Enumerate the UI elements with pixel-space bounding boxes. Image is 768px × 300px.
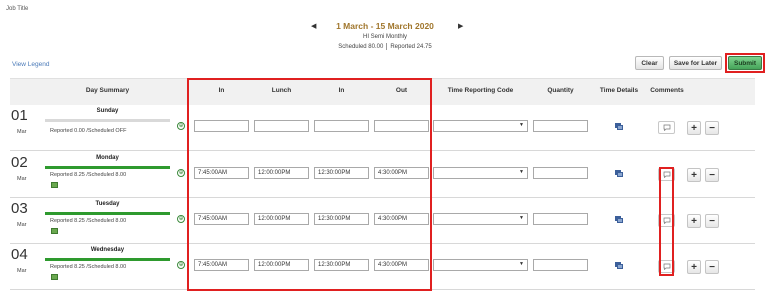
time-columns-highlight: [187, 78, 432, 291]
period-type: HI Semi Monthly: [362, 34, 407, 40]
day-progress-bar: [45, 119, 170, 122]
hours-divider: [386, 43, 388, 50]
day-number: 01: [11, 107, 28, 124]
quantity-field[interactable]: [533, 167, 588, 179]
dropdown-caret-icon: ▼: [519, 122, 524, 128]
time-details-icon-front: [617, 264, 623, 269]
time-details-icon[interactable]: [615, 262, 623, 269]
day-progress-fill: [45, 212, 170, 215]
dropdown-caret-icon: ▼: [519, 169, 524, 175]
add-row-button[interactable]: +: [687, 214, 701, 228]
time-reporting-code-select[interactable]: ▼: [433, 213, 528, 225]
period-range-label: 1 March - 15 March 2020: [336, 21, 434, 31]
comment-button[interactable]: [658, 121, 675, 134]
next-period-arrow-icon[interactable]: ▶: [458, 22, 463, 30]
delete-row-button[interactable]: −: [705, 214, 719, 228]
day-progress-bar: [45, 212, 170, 215]
reported-total: Reported 24.75: [390, 44, 432, 51]
reported-scheduled-text: Reported 0.00 /Scheduled OFF: [50, 128, 127, 134]
header-comments: Comments: [650, 87, 684, 94]
save-for-later-button[interactable]: Save for Later: [669, 56, 722, 70]
weekday-label: Tuesday: [95, 201, 120, 207]
job-title: Job Title: [6, 6, 29, 12]
add-row-button[interactable]: +: [687, 121, 701, 135]
dropdown-caret-icon: ▼: [519, 215, 524, 221]
header-day-summary: Day Summary: [85, 87, 130, 94]
day-progress-bar: [45, 166, 170, 169]
dropdown-caret-icon: ▼: [519, 261, 524, 267]
time-reporting-code-select[interactable]: ▼: [433, 259, 528, 271]
time-details-icon-front: [617, 218, 623, 223]
schedule-note-icon[interactable]: [51, 228, 58, 234]
time-reporting-code-select[interactable]: ▼: [433, 120, 528, 132]
time-details-icon[interactable]: [615, 216, 623, 223]
view-legend-link[interactable]: View Legend: [12, 61, 49, 68]
quantity-field[interactable]: [533, 213, 588, 225]
submit-button[interactable]: Submit: [728, 56, 762, 70]
day-number: 03: [11, 200, 28, 217]
reported-scheduled-text: Reported 8.25 /Scheduled 8.00: [50, 264, 127, 270]
weekday-label: Sunday: [96, 108, 119, 114]
quantity-field[interactable]: [533, 259, 588, 271]
period-range: 1 March - 15 March 2020: [300, 21, 470, 31]
day-month: Mar: [17, 176, 27, 182]
schedule-note-icon[interactable]: [51, 182, 58, 188]
delete-row-button[interactable]: −: [705, 121, 719, 135]
weekday-label: Wednesday: [90, 247, 125, 253]
day-month: Mar: [17, 222, 27, 228]
time-details-icon-front: [617, 125, 623, 130]
day-month: Mar: [17, 129, 27, 135]
reported-scheduled-text: Reported 8.25 /Scheduled 8.00: [50, 218, 127, 224]
time-details-icon[interactable]: [615, 170, 623, 177]
add-row-button[interactable]: +: [687, 260, 701, 274]
time-details-icon[interactable]: [615, 123, 623, 130]
weekday-label: Monday: [96, 155, 119, 161]
delete-row-button[interactable]: −: [705, 168, 719, 182]
comment-bubble-icon: [663, 124, 670, 131]
time-reporting-code-select[interactable]: ▼: [433, 167, 528, 179]
reported-scheduled-text: Reported 8.25 /Scheduled 8.00: [50, 172, 127, 178]
day-month: Mar: [17, 268, 27, 274]
expand-row-icon[interactable]: ⊕: [177, 215, 185, 223]
comments-highlight: [659, 167, 674, 276]
day-progress-bar: [45, 258, 170, 261]
day-progress-fill: [45, 166, 170, 169]
time-details-icon-front: [617, 172, 623, 177]
header-time-reporting-code: Time Reporting Code: [447, 87, 514, 94]
expand-row-icon[interactable]: ⊕: [177, 169, 185, 177]
add-row-button[interactable]: +: [687, 168, 701, 182]
quantity-field[interactable]: [533, 120, 588, 132]
expand-row-icon[interactable]: ⊕: [177, 261, 185, 269]
header-quantity: Quantity: [547, 87, 574, 94]
expand-row-icon[interactable]: ⊕: [177, 122, 185, 130]
day-number: 04: [11, 246, 28, 263]
schedule-note-icon[interactable]: [51, 274, 58, 280]
header-time-details: Time Details: [599, 87, 639, 94]
clear-button[interactable]: Clear: [635, 56, 664, 70]
period-hours: Scheduled 80.00 Reported 24.75: [300, 43, 470, 50]
scheduled-total: Scheduled 80.00: [338, 44, 384, 51]
delete-row-button[interactable]: −: [705, 260, 719, 274]
day-number: 02: [11, 154, 28, 171]
day-progress-fill: [45, 258, 170, 261]
